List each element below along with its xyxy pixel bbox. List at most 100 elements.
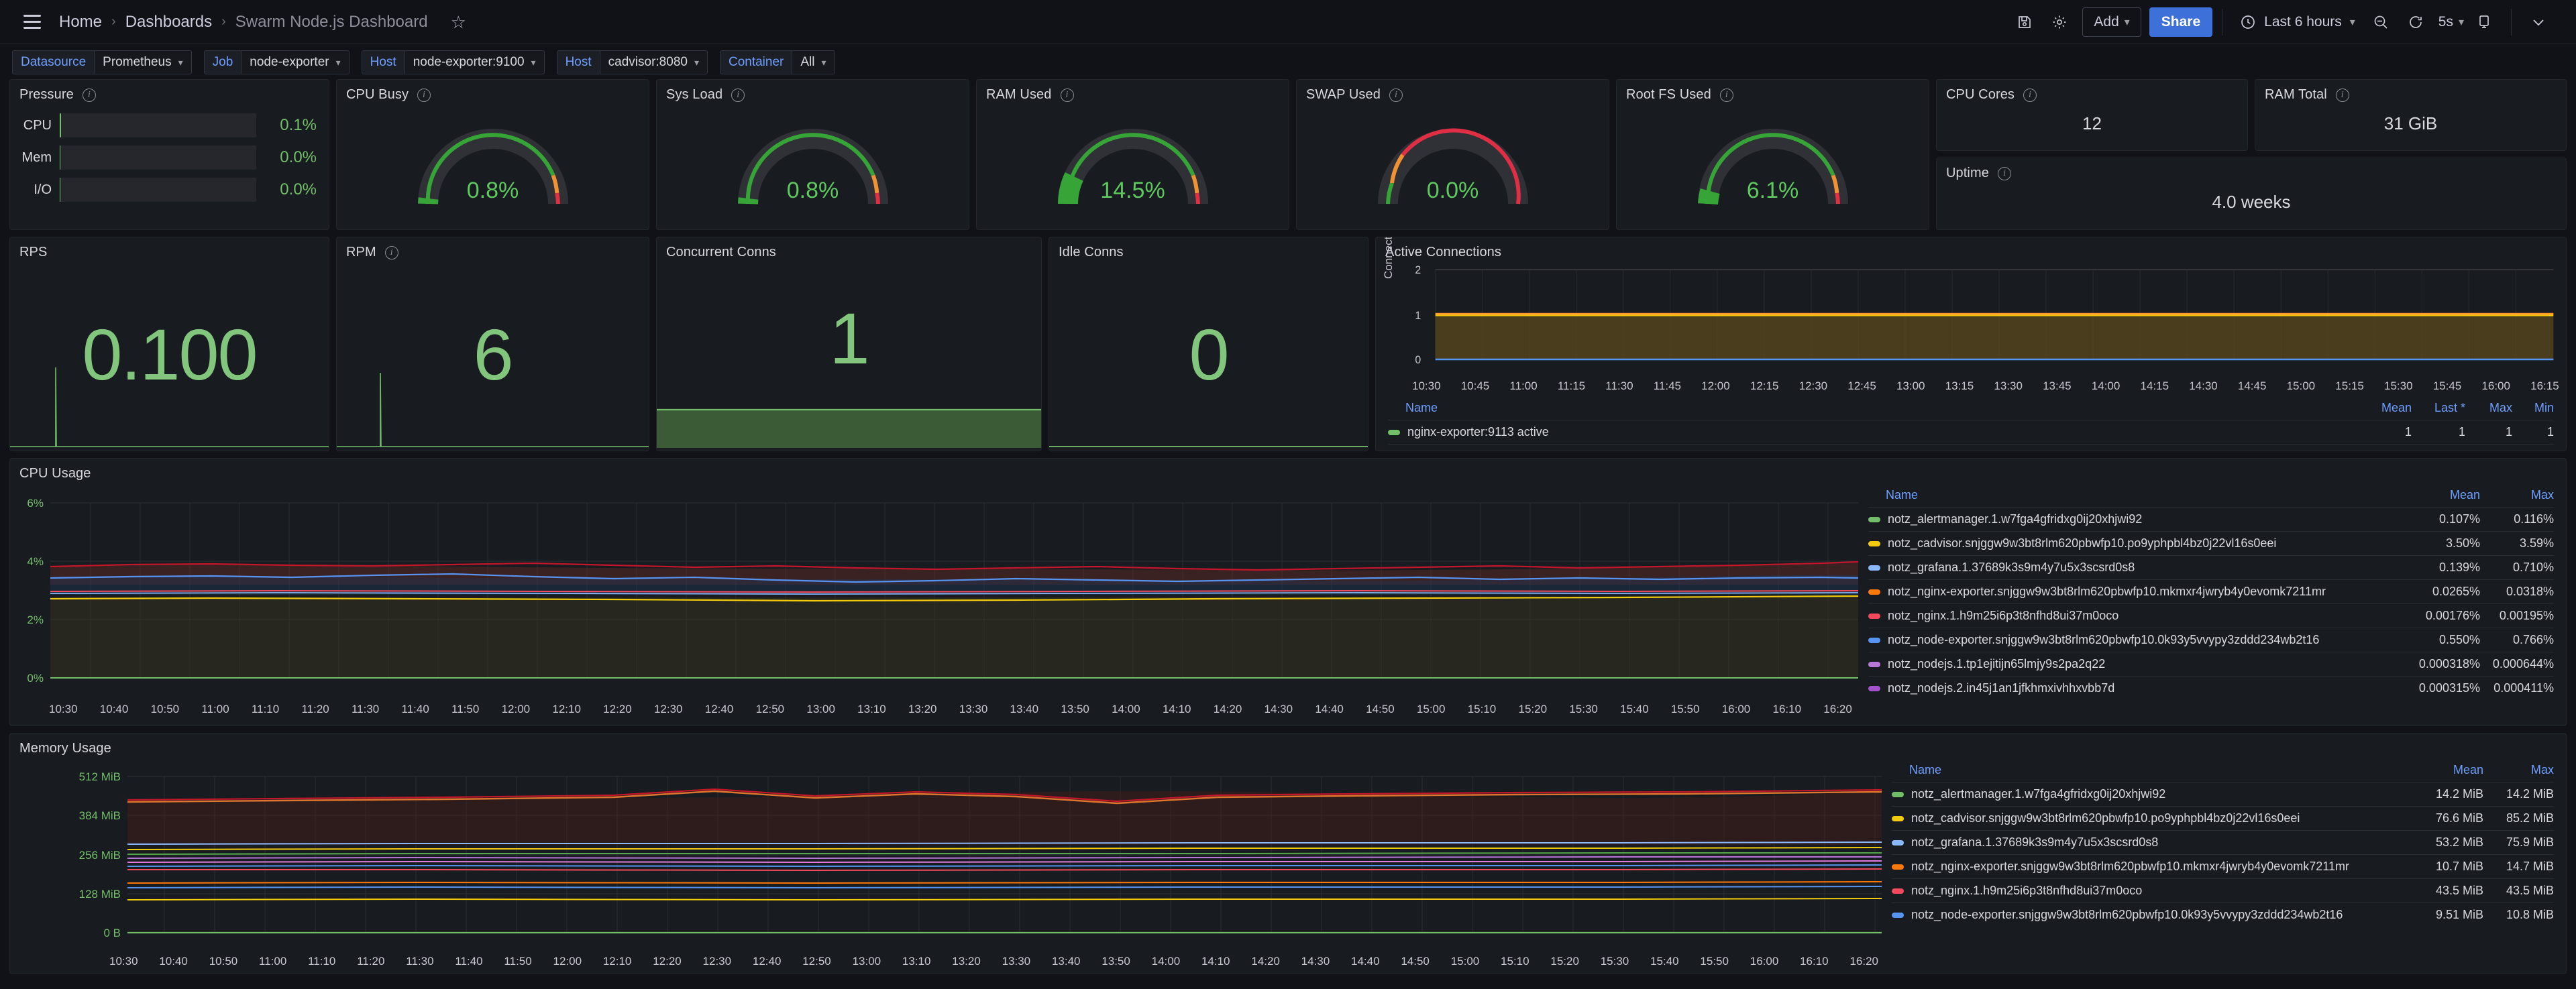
x-tick: 15:10 [1468,703,1497,716]
info-icon[interactable]: i [1061,89,1074,102]
info-icon[interactable]: i [1389,89,1403,102]
x-tick: 16:15 [2530,380,2559,393]
legend-series-name-cell[interactable]: notz_grafana.1.37689k3s9m4y7u5x3scsrd0s8 [1868,556,2406,580]
add-button[interactable]: Add ▾ [2082,7,2141,37]
gauge-container: 6.1% [1617,103,1929,224]
legend-col-last[interactable]: Last * [2412,398,2465,420]
x-tick: 10:50 [151,703,180,716]
legend-series-name-cell[interactable]: notz_nginx.1.h9m25i6p3t8nfhd8ui37m0oco [1892,879,2413,903]
x-tick: 14:00 [1112,703,1140,716]
x-tick: 14:30 [1265,703,1293,716]
legend-col-name[interactable]: Name [1868,485,2406,508]
legend-row[interactable]: notz_nodejs.1.tp1ejitijn65lmjy9s2pa2q22 … [1868,652,2554,677]
gauge-value: 14.5% [1056,178,1210,204]
legend-row[interactable]: notz_alertmanager.1.w7fga4gfridxg0ij20xh… [1868,508,2554,532]
variable-value: node-exporter [250,55,329,70]
legend-series-name-cell[interactable]: notz_cadvisor.snjggw9w3bt8rlm620pbwfp10.… [1892,807,2413,831]
panel-cpu-busy: CPU Busy i 0.8% [336,79,649,230]
legend-series-name-cell[interactable]: notz_nginx-exporter.snjggw9w3bt8rlm620pb… [1868,580,2406,604]
x-tick: 11:00 [201,703,229,716]
legend-row[interactable]: notz_grafana.1.37689k3s9m4y7u5x3scsrd0s8… [1868,556,2554,580]
legend-row[interactable]: notz_nodejs.2.in45j1an1jfkhmxivhhxvbb7d … [1868,677,2554,701]
legend-series-name-cell[interactable]: notz_alertmanager.1.w7fga4gfridxg0ij20xh… [1892,782,2413,807]
variable-select[interactable]: All ▾ [792,50,835,74]
breadcrumb-separator: › [221,14,226,30]
info-icon[interactable]: i [385,246,398,259]
x-tick: 12:40 [753,955,782,968]
refresh-interval-label: 5s [2438,14,2453,30]
legend-series-name-cell[interactable]: notz_node-exporter.snjggw9w3bt8rlm620pbw… [1892,903,2413,927]
legend-series-name-cell[interactable]: notz_cadvisor.snjggw9w3bt8rlm620pbwfp10.… [1868,532,2406,556]
info-icon[interactable]: i [2023,89,2037,102]
legend-col-max[interactable]: Max [2465,398,2512,420]
info-icon[interactable]: i [1998,167,2011,180]
legend-series-label: notz_grafana.1.37689k3s9m4y7u5x3scsrd0s8 [1911,835,2158,850]
x-tick: 13:10 [902,955,931,968]
tv-kiosk-icon[interactable] [2467,5,2502,40]
panel-title-text: RPS [19,245,47,260]
info-icon[interactable]: i [2336,89,2349,102]
panel-title: Concurrent Conns [657,237,1041,260]
legend-row[interactable]: notz_alertmanager.1.w7fga4gfridxg0ij20xh… [1892,782,2554,807]
legend-col-max[interactable]: Max [2480,485,2554,508]
variable-select[interactable]: Prometheus ▾ [94,50,191,74]
legend-row[interactable]: nginx-exporter:9113 active 1 1 1 1 [1388,420,2554,445]
info-icon[interactable]: i [417,89,431,102]
x-tick: 10:30 [1412,380,1441,393]
legend-row[interactable]: notz_node-exporter.snjggw9w3bt8rlm620pbw… [1892,903,2554,927]
x-tick: 11:10 [308,955,335,968]
share-button[interactable]: Share [2149,7,2212,37]
breadcrumb-item-dashboards[interactable]: Dashboards [125,13,212,32]
legend-row[interactable]: notz_nginx-exporter.snjggw9w3bt8rlm620pb… [1868,580,2554,604]
svg-text:4%: 4% [27,555,44,568]
legend-row[interactable]: notz_cadvisor.snjggw9w3bt8rlm620pbwfp10.… [1892,807,2554,831]
zoom-out-icon[interactable] [2363,5,2398,40]
legend-series-name-cell[interactable]: notz_node-exporter.snjggw9w3bt8rlm620pbw… [1868,628,2406,652]
legend-row[interactable]: notz_nginx.1.h9m25i6p3t8nfhd8ui37m0oco 0… [1868,604,2554,628]
svg-text:0: 0 [1415,354,1421,367]
gear-icon[interactable] [2042,5,2077,40]
legend-row[interactable]: notz_cadvisor.snjggw9w3bt8rlm620pbwfp10.… [1868,532,2554,556]
legend-series-name-cell[interactable]: notz_nodejs.1.tp1ejitijn65lmjy9s2pa2q22 [1868,652,2406,677]
variable-select[interactable]: node-exporter:9100 ▾ [405,50,545,74]
legend-row[interactable]: notz_grafana.1.37689k3s9m4y7u5x3scsrd0s8… [1892,831,2554,855]
variable-value: node-exporter:9100 [413,55,525,70]
info-icon[interactable]: i [731,89,745,102]
variable-select[interactable]: cadvisor:8080 ▾ [600,50,708,74]
stat-value: 12 [1937,103,2247,144]
legend-series-name-cell[interactable]: notz_nginx-exporter.snjggw9w3bt8rlm620pb… [1892,855,2413,879]
legend-row[interactable]: notz_nginx-exporter.snjggw9w3bt8rlm620pb… [1892,855,2554,879]
dashboard-row-4: Memory Usage [9,733,2567,974]
legend-series-name-cell[interactable]: nginx-exporter:9113 reading [1388,445,2358,451]
info-icon[interactable]: i [1720,89,1733,102]
star-outline-icon[interactable]: ☆ [451,13,466,31]
legend-col-mean[interactable]: Mean [2406,485,2480,508]
x-tick: 11:30 [1605,380,1633,393]
legend-series-name-cell[interactable]: notz_alertmanager.1.w7fga4gfridxg0ij20xh… [1868,508,2406,532]
panel-title-text: Concurrent Conns [666,245,776,260]
x-tick: 13:30 [959,703,988,716]
variable-select[interactable]: node-exporter ▾ [241,50,349,74]
menu-toggle-icon[interactable] [17,7,47,37]
legend-series-name-cell[interactable]: notz_nginx.1.h9m25i6p3t8nfhd8ui37m0oco [1868,604,2406,628]
info-icon[interactable]: i [83,89,96,102]
legend-series-name-cell[interactable]: notz_grafana.1.37689k3s9m4y7u5x3scsrd0s8 [1892,831,2413,855]
legend-series-name-cell[interactable]: notz_nodejs.2.in45j1an1jfkhmxivhhxvbb7d [1868,677,2406,701]
legend-col-max[interactable]: Max [2483,760,2554,782]
x-tick: 11:30 [352,703,379,716]
legend-series-name-cell[interactable]: nginx-exporter:9113 active [1388,420,2358,445]
time-range-picker[interactable]: Last 6 hours ▾ [2232,7,2363,37]
legend-col-name[interactable]: Name [1388,398,2358,420]
save-dashboard-icon[interactable] [2007,5,2042,40]
legend-col-name[interactable]: Name [1892,760,2413,782]
legend-col-min[interactable]: Min [2512,398,2554,420]
refresh-icon[interactable] [2398,5,2433,40]
breadcrumb-item-home[interactable]: Home [59,13,102,32]
legend-row[interactable]: nginx-exporter:9113 reading 0 0 0 0 [1388,445,2554,451]
legend-row[interactable]: notz_node-exporter.snjggw9w3bt8rlm620pbw… [1868,628,2554,652]
legend-row[interactable]: notz_nginx.1.h9m25i6p3t8nfhd8ui37m0oco 4… [1892,879,2554,903]
chevron-down-icon[interactable] [2521,5,2556,40]
refresh-control[interactable]: 5s ▾ [2398,5,2467,40]
legend-col-mean[interactable]: Mean [2413,760,2483,782]
legend-col-mean[interactable]: Mean [2358,398,2412,420]
